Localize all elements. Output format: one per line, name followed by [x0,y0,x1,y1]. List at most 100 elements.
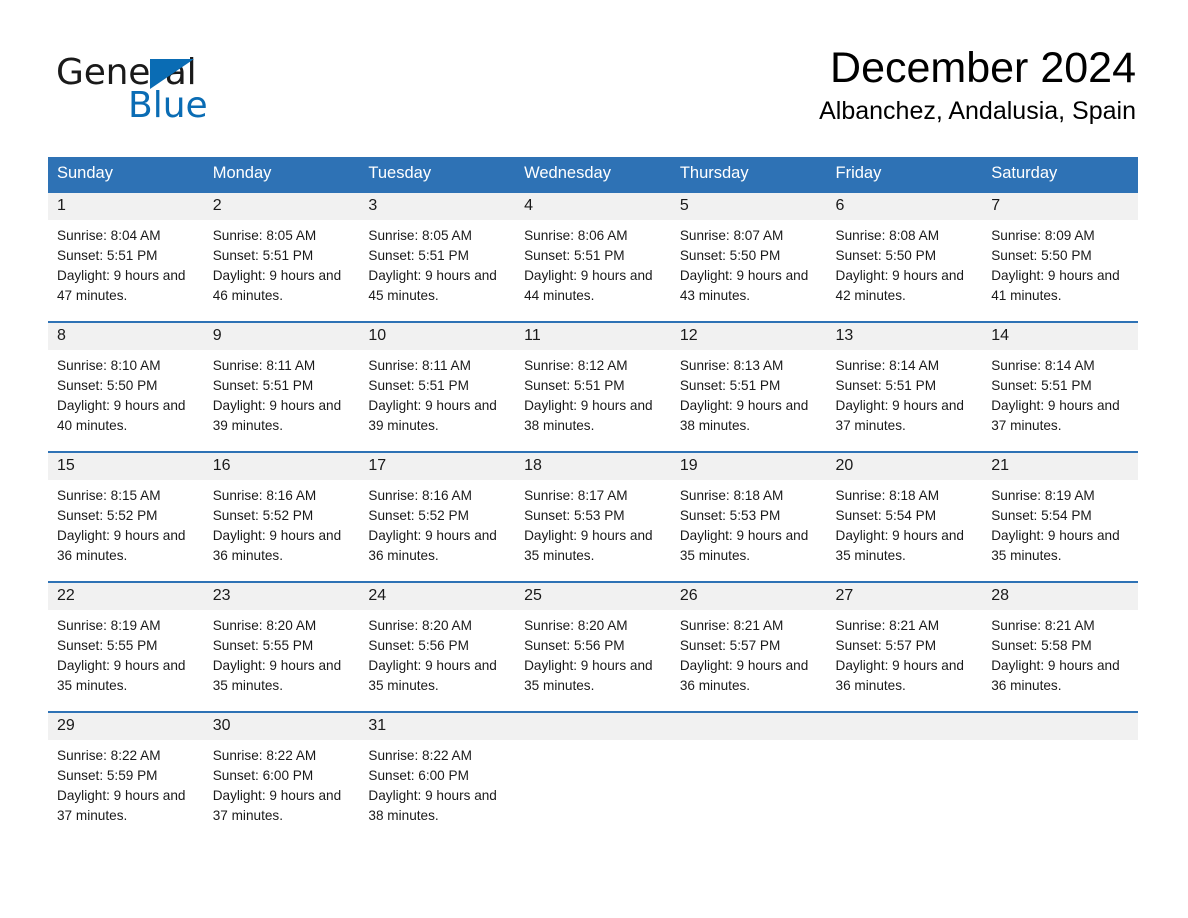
day-cell[interactable]: 18 Sunrise: 8:17 AM Sunset: 5:53 PM Dayligh… [515,450,671,582]
day-cell[interactable]: 4 Sunrise: 8:06 AM Sunset: 5:51 PM Daylight… [515,190,671,322]
day-number: 25 [515,582,671,610]
sunset-text: Sunset: 6:00 PM [212,767,314,783]
day-number: 12 [670,322,827,350]
sunset-text: Sunset: 5:51 PM [368,247,469,263]
day-cell-empty [515,710,671,841]
week-row: 15 Sunrise: 8:15 AM Sunset: 5:52 PM Dayligh… [48,450,1138,582]
day-number: 29 [48,712,204,740]
day-number: 31 [359,712,516,740]
day-cell[interactable]: 26 Sunrise: 8:21 AM Sunset: 5:57 PM Dayligh… [670,580,827,712]
daylight-text: Daylight: 9 hours and 47 minutes. [57,267,186,303]
day-cell[interactable]: 28 Sunrise: 8:21 AM Sunset: 5:58 PM Dayligh… [982,580,1138,712]
weekday-header-friday: Friday [826,157,983,192]
day-number [982,712,1138,740]
day-cell[interactable]: 20 Sunrise: 8:18 AM Sunset: 5:54 PM Dayligh… [826,450,983,582]
daylight-text: Daylight: 9 hours and 37 minutes. [212,787,342,823]
day-number: 15 [48,452,204,480]
daylight-text: Daylight: 9 hours and 35 minutes. [212,657,342,693]
day-cell[interactable]: 31 Sunrise: 8:22 AM Sunset: 6:00 PM Dayligh… [359,710,516,841]
sunset-text: Sunset: 5:53 PM [524,507,625,523]
sunrise-text: Sunrise: 8:19 AM [991,487,1095,503]
sunset-text: Sunset: 5:51 PM [991,377,1092,393]
sunrise-text: Sunrise: 8:17 AM [524,487,628,503]
day-number: 6 [826,192,983,220]
sunrise-text: Sunrise: 8:15 AM [57,487,161,503]
day-cell[interactable]: 29 Sunrise: 8:22 AM Sunset: 5:59 PM Dayligh… [48,710,204,841]
sunrise-text: Sunrise: 8:11 AM [212,357,316,373]
sunset-text: Sunset: 5:51 PM [835,377,937,393]
day-cell[interactable]: 30 Sunrise: 8:22 AM Sunset: 6:00 PM Dayligh… [203,710,360,841]
sunset-text: Sunset: 5:56 PM [524,637,625,653]
day-cell[interactable]: 14 Sunrise: 8:14 AM Sunset: 5:51 PM Dayligh… [982,320,1138,452]
weekday-header-tuesday: Tuesday [359,157,516,192]
day-number: 10 [359,322,516,350]
day-cell[interactable]: 24 Sunrise: 8:20 AM Sunset: 5:56 PM Dayligh… [359,580,516,712]
sunset-text: Sunset: 5:51 PM [57,247,158,263]
day-cell[interactable]: 6 Sunrise: 8:08 AM Sunset: 5:50 PM Daylight… [826,190,983,322]
day-cell[interactable]: 8 Sunrise: 8:10 AM Sunset: 5:50 PM Daylight… [48,320,204,452]
daylight-text: Daylight: 9 hours and 35 minutes. [524,657,653,693]
sunrise-text: Sunrise: 8:20 AM [212,617,317,633]
sunset-text: Sunset: 5:51 PM [368,377,469,393]
day-cell[interactable]: 3 Sunrise: 8:05 AM Sunset: 5:51 PM Daylight… [359,190,516,322]
day-cell[interactable]: 1 Sunrise: 8:04 AM Sunset: 5:51 PM Daylight… [48,190,204,322]
day-number [515,712,671,740]
sunrise-text: Sunrise: 8:20 AM [368,617,472,633]
day-number: 24 [359,582,516,610]
day-number: 13 [826,322,983,350]
day-number [826,712,983,740]
sunset-text: Sunset: 5:50 PM [835,247,937,263]
sunset-text: Sunset: 5:50 PM [991,247,1092,263]
daylight-text: Daylight: 9 hours and 36 minutes. [57,527,186,563]
day-number: 18 [515,452,671,480]
daylight-text: Daylight: 9 hours and 35 minutes. [368,657,497,693]
day-cell[interactable]: 21 Sunrise: 8:19 AM Sunset: 5:54 PM Dayligh… [982,450,1138,582]
weekday-header-thursday: Thursday [670,157,827,192]
day-number: 17 [359,452,516,480]
day-cell[interactable]: 23 Sunrise: 8:20 AM Sunset: 5:55 PM Dayligh… [203,580,360,712]
title-block: December 2024 Albanchez, Andalusia, Spai… [436,44,1136,126]
day-cell[interactable]: 16 Sunrise: 8:16 AM Sunset: 5:52 PM Dayligh… [203,450,360,582]
calendar-page: General Blue December 2024 Albanchez, An… [0,0,1188,918]
generalblue-logo[interactable]: General Blue [56,55,316,135]
sunset-text: Sunset: 5:50 PM [679,247,781,263]
day-cell[interactable]: 12 Sunrise: 8:13 AM Sunset: 5:51 PM Dayligh… [670,320,827,452]
sunset-text: Sunset: 5:58 PM [991,637,1092,653]
day-cell[interactable]: 10 Sunrise: 8:11 AM Sunset: 5:51 PM Dayligh… [359,320,516,452]
day-cell[interactable]: 13 Sunrise: 8:14 AM Sunset: 5:51 PM Dayligh… [826,320,983,452]
day-number: 16 [203,452,360,480]
daylight-text: Daylight: 9 hours and 41 minutes. [991,267,1120,303]
day-cell[interactable]: 11 Sunrise: 8:12 AM Sunset: 5:51 PM Dayligh… [515,320,671,452]
day-cell[interactable]: 15 Sunrise: 8:15 AM Sunset: 5:52 PM Dayligh… [48,450,204,582]
day-cell[interactable]: 2 Sunrise: 8:05 AM Sunset: 5:51 PM Daylight… [203,190,360,322]
day-cell[interactable]: 25 Sunrise: 8:20 AM Sunset: 5:56 PM Dayligh… [515,580,671,712]
day-cell[interactable]: 19 Sunrise: 8:18 AM Sunset: 5:53 PM Dayligh… [670,450,827,582]
sunrise-text: Sunrise: 8:06 AM [524,227,628,243]
daylight-text: Daylight: 9 hours and 35 minutes. [835,527,964,563]
day-cell-empty [982,710,1138,841]
day-cell[interactable]: 9 Sunrise: 8:11 AM Sunset: 5:51 PM Daylight… [203,320,360,452]
day-cell[interactable]: 5 Sunrise: 8:07 AM Sunset: 5:50 PM Daylight… [670,190,827,322]
day-number [670,712,827,740]
sunrise-text: Sunrise: 8:18 AM [835,487,940,503]
day-number: 9 [203,322,360,350]
sunset-text: Sunset: 5:53 PM [679,507,781,523]
daylight-text: Daylight: 9 hours and 38 minutes. [368,787,497,823]
day-cell[interactable]: 27 Sunrise: 8:21 AM Sunset: 5:57 PM Dayligh… [826,580,983,712]
daylight-text: Daylight: 9 hours and 37 minutes. [991,397,1120,433]
weekday-header-sunday: Sunday [48,157,204,192]
day-cell[interactable]: 22 Sunrise: 8:19 AM Sunset: 5:55 PM Dayligh… [48,580,204,712]
day-number: 14 [982,322,1138,350]
day-cell[interactable]: 17 Sunrise: 8:16 AM Sunset: 5:52 PM Dayligh… [359,450,516,582]
sunrise-sunset-calendar: Sunday Monday Tuesday Wednesday Thursday… [48,157,1138,841]
daylight-text: Daylight: 9 hours and 43 minutes. [679,267,809,303]
sunset-text: Sunset: 5:56 PM [368,637,469,653]
day-number: 8 [48,322,204,350]
day-number: 22 [48,582,204,610]
sunset-text: Sunset: 5:52 PM [57,507,158,523]
day-number: 23 [203,582,360,610]
sunrise-text: Sunrise: 8:21 AM [835,617,940,633]
day-cell[interactable]: 7 Sunrise: 8:09 AM Sunset: 5:50 PM Daylight… [982,190,1138,322]
daylight-text: Daylight: 9 hours and 39 minutes. [368,397,497,433]
sunrise-text: Sunrise: 8:20 AM [524,617,628,633]
